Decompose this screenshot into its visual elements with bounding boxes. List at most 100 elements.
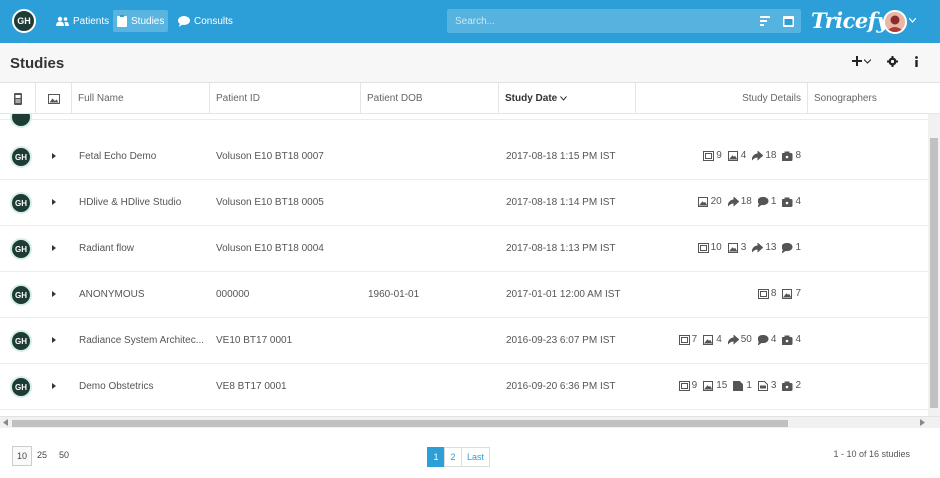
full-name-cell[interactable]: Fetal Echo Demo [79,151,156,162]
expand-row-icon[interactable] [52,337,56,343]
sonographers-header[interactable]: Sonographers [808,83,940,114]
last-page-button[interactable]: Last [461,447,491,467]
study-detail-badge[interactable]: 4 [782,196,801,207]
info-icon[interactable] [912,56,921,67]
study-detail-badge[interactable]: 10 [697,242,722,253]
image-icon [727,242,738,253]
film-icon [703,150,715,161]
study-detail-badge[interactable]: 9 [678,380,697,391]
user-avatar[interactable] [883,10,907,34]
patient-id-cell: Voluson E10 BT18 0005 [216,197,324,208]
study-details-cell: 7 4 50 4 4 [678,334,801,345]
device-column-header[interactable] [0,83,36,114]
org-logo[interactable]: GH [12,9,36,33]
study-detail-badge[interactable]: 3 [727,242,746,253]
study-detail-badge[interactable]: 1 [757,196,777,207]
patient-id-cell: VE8 BT17 0001 [216,381,287,392]
study-detail-badge[interactable]: 4 [703,334,722,345]
study-detail-badge[interactable]: 13 [752,242,776,253]
gear-icon[interactable] [887,56,898,67]
patient-id-header[interactable]: Patient ID [210,83,361,114]
camera-icon [782,151,793,161]
device-icon [13,92,22,105]
expand-row-icon[interactable] [52,199,56,205]
add-study-button[interactable] [852,56,871,66]
full-name-cell[interactable]: Demo Obstetrics [79,381,153,392]
study-detail-badge[interactable]: 50 [727,334,752,345]
scroll-left-icon[interactable] [3,419,8,426]
study-detail-badge[interactable]: 1 [782,242,801,253]
study-detail-badge[interactable]: 4 [757,334,776,345]
study-detail-count: 10 [710,242,722,253]
film-icon [678,380,690,391]
image-column-header[interactable] [36,83,72,114]
horizontal-scrollbar[interactable] [0,416,940,428]
camera-icon [782,335,793,345]
plus-icon [852,56,862,66]
horizontal-scroll-thumb[interactable] [12,420,788,427]
page-2-button[interactable]: 2 [444,447,462,467]
page-size-10[interactable]: 10 [12,446,33,466]
full-name-cell[interactable]: Radiance System Architec... [79,335,204,346]
study-details-cell: 9 4 18 8 [703,150,801,161]
table-row[interactable]: GH Radiance System Architec... VE10 BT17 0… [0,318,928,364]
study-detail-count: 8 [770,288,777,299]
avatar: GH [10,284,32,306]
study-date-cell: 2017-08-18 1:15 PM IST [506,151,616,162]
expand-row-icon[interactable] [52,383,56,389]
study-detail-badge[interactable]: 4 [727,150,746,161]
table-row[interactable]: GH ANONYMOUS 000000 1960-01-01 2017-01-01 12… [0,272,928,318]
page-size-50[interactable]: 50 [59,450,69,460]
full-name-header[interactable]: Full Name [72,83,210,114]
full-name-cell[interactable]: ANONYMOUS [79,289,145,300]
nav-studies[interactable]: Studies [113,10,169,32]
study-detail-badge[interactable]: 15 [703,380,727,391]
search-box[interactable] [447,9,801,33]
study-detail-count: 50 [740,334,752,345]
study-date-header[interactable]: Study Date [499,83,636,114]
expand-row-icon[interactable] [52,245,56,251]
study-detail-badge[interactable]: 7 [678,334,697,345]
full-name-cell[interactable]: HDlive & HDlive Studio [79,197,181,208]
vertical-scroll-thumb[interactable] [930,138,938,408]
expand-row-icon[interactable] [52,153,56,159]
study-date-cell: 2017-08-18 1:13 PM IST [506,243,616,254]
study-detail-badge[interactable]: 8 [757,288,777,299]
table-row[interactable]: GH Demo Obstetrics VE8 BT17 0001 2016-09-20… [0,364,928,410]
nav-patients[interactable]: Patients [52,10,113,32]
full-name-cell[interactable]: Radiant flow [79,243,134,254]
study-details-header[interactable]: Study Details [636,83,808,114]
search-input[interactable] [447,9,747,33]
study-detail-badge[interactable]: 8 [782,150,801,161]
page-size-25[interactable]: 25 [37,450,47,460]
study-detail-badge[interactable]: 2 [782,380,801,391]
table-row[interactable]: GH Fetal Echo Demo Voluson E10 BT18 0007 20… [0,134,928,180]
study-detail-badge[interactable]: 7 [782,288,801,299]
patient-dob-header[interactable]: Patient DOB [361,83,499,114]
calendar-icon[interactable] [783,15,794,27]
study-detail-badge[interactable]: 20 [697,196,722,207]
study-detail-badge[interactable]: 1 [733,380,752,391]
scroll-right-icon[interactable] [920,419,925,426]
study-detail-badge[interactable]: 18 [727,196,752,207]
vertical-scrollbar[interactable] [928,114,940,416]
comment-icon [782,242,793,253]
page-1-button[interactable]: 1 [427,447,445,467]
table-header: Full Name Patient ID Patient DOB Study D… [0,83,940,114]
expand-row-icon[interactable] [52,291,56,297]
film-icon [678,334,690,345]
table-row-partial[interactable] [0,114,928,128]
study-detail-count: 4 [795,196,801,207]
filter-icon[interactable] [760,15,770,27]
avatar: GH [10,238,32,260]
patient-id-cell: Voluson E10 BT18 0007 [216,151,324,162]
table-row[interactable]: GH HDlive & HDlive Studio Voluson E10 BT18… [0,180,928,226]
study-detail-badge[interactable]: 3 [757,380,776,391]
study-detail-badge[interactable]: 9 [703,150,722,161]
study-detail-badge[interactable]: 4 [782,334,801,345]
study-detail-count: 1 [770,196,777,207]
nav-consults[interactable]: Consults [174,10,237,32]
study-detail-badge[interactable]: 18 [752,150,776,161]
chevron-down-icon[interactable] [909,18,916,23]
table-row[interactable]: GH Radiant flow Voluson E10 BT18 0004 2017-… [0,226,928,272]
